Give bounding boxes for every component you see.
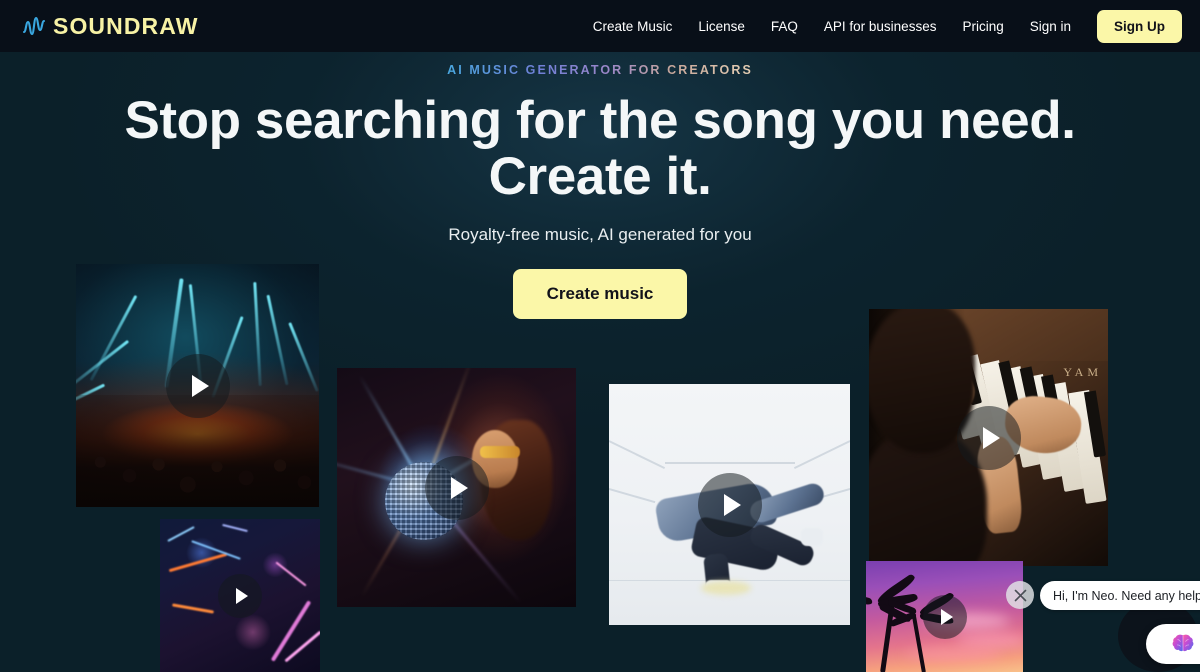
media-card-disco[interactable] [337,368,576,607]
play-button[interactable] [165,353,230,418]
piano-brand-label: YAM [1063,365,1102,379]
play-icon [450,476,468,499]
play-icon [940,608,953,625]
play-icon [723,493,741,516]
sign-up-button[interactable]: Sign Up [1097,9,1182,43]
page-root: SOUNDRAW Create Music License FAQ API fo… [0,0,1200,672]
play-icon [982,426,1000,449]
play-button[interactable] [218,573,262,618]
create-music-button[interactable]: Create music [512,269,688,320]
play-button[interactable] [424,455,489,520]
play-icon [191,374,209,397]
brand-logo[interactable]: SOUNDRAW [22,13,199,40]
play-button[interactable] [697,472,762,537]
hero-subtitle: Royalty-free music, AI generated for you [448,225,752,245]
chat-message-bubble[interactable]: Hi, I'm Neo. Need any help? [1040,581,1200,610]
page-title: Stop searching for the song you need. Cr… [0,91,1200,207]
media-card-dancer[interactable] [609,384,850,625]
media-card-piano[interactable]: YAM [869,309,1108,566]
play-button[interactable] [922,594,967,639]
waveform-icon [22,16,46,36]
chat-message-text: Hi, I'm Neo. Need any help? [1053,588,1200,603]
chat-close-button[interactable] [1006,581,1034,609]
play-icon [236,587,248,604]
brand-logo-text: SOUNDRAW [53,12,199,39]
nav-item-api-for-businesses[interactable]: API for businesses [824,19,937,34]
hero-section: AI MUSIC GENERATOR FOR CREATORS Stop sea… [0,52,1200,320]
chat-launcher-button[interactable] [1146,624,1200,664]
brain-icon [1172,634,1194,652]
main-nav: Create Music License FAQ API for busines… [593,9,1182,43]
nav-item-create-music[interactable]: Create Music [593,19,673,34]
media-card-sunset[interactable] [866,561,1023,672]
nav-item-sign-in[interactable]: Sign in [1030,19,1071,34]
site-header: SOUNDRAW Create Music License FAQ API fo… [0,0,1200,52]
nav-item-pricing[interactable]: Pricing [962,19,1003,34]
headline-line-1: Stop searching for the song you need. [124,91,1076,150]
play-button[interactable] [956,405,1021,470]
hero-eyebrow: AI MUSIC GENERATOR FOR CREATORS [447,63,753,77]
close-icon [1014,589,1026,601]
media-card-city[interactable] [160,519,320,672]
nav-item-license[interactable]: License [698,19,745,34]
headline-line-2: Create it. [488,147,712,207]
nav-item-faq[interactable]: FAQ [771,19,798,34]
hero-cta-wrapper: Create music [0,269,1200,320]
